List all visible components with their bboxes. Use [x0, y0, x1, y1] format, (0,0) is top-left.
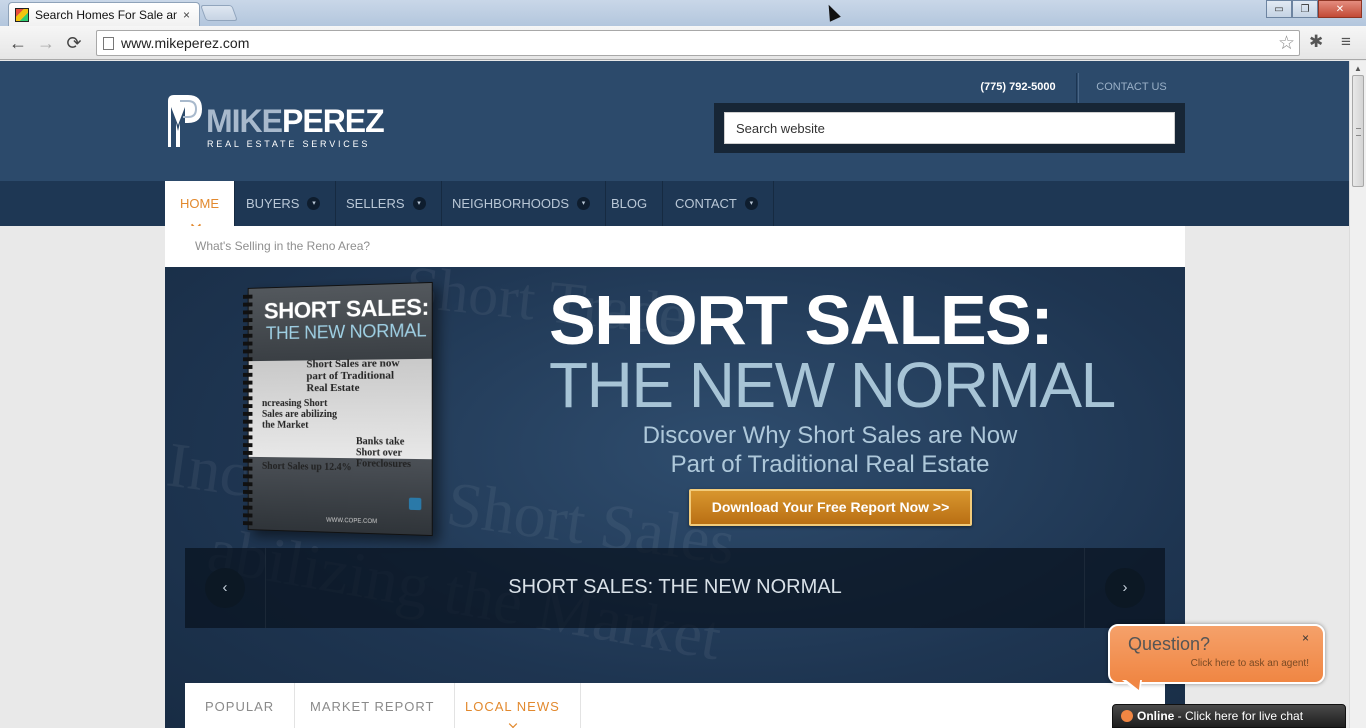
minimize-button[interactable]: ▭ [1266, 0, 1292, 18]
chevron-down-icon: ▾ [307, 197, 321, 210]
forward-icon[interactable]: → [36, 33, 56, 53]
contact-us-link[interactable]: CONTACT US [1078, 73, 1184, 103]
nav-item-blog[interactable]: BLOG [596, 181, 664, 226]
window-controls: ▭ ❐ ✕ [1266, 0, 1362, 18]
live-chat-bar[interactable]: Online - Click here for live chat [1112, 704, 1346, 728]
chat-status-icon [1121, 710, 1133, 722]
booklet-headline: ncreasing Short Sales are abilizing the … [261, 398, 338, 431]
ticker-text[interactable]: What's Selling in the Reno Area? [195, 239, 370, 253]
nav-item-contact[interactable]: CONTACT ▾ [660, 181, 774, 226]
tab-local-news[interactable]: LOCAL NEWS [445, 683, 581, 728]
logo-tagline: REAL ESTATE SERVICES [207, 139, 371, 149]
slider-caption-bar: ‹ SHORT SALES: THE NEW NORMAL › [185, 548, 1165, 628]
back-icon[interactable]: ← [8, 33, 28, 53]
hero-description: Discover Why Short Sales are Now Part of… [642, 422, 1018, 478]
wrench-menu-icon[interactable]: ≡ [1341, 32, 1351, 52]
browser-toolbar: ← → ⟳ www.mikeperez.com ☆ ✱ ≡ [0, 26, 1366, 60]
site-favicon-icon [15, 7, 29, 22]
chat-bar-text: - Click here for live chat [1174, 709, 1304, 723]
browser-tab[interactable]: Search Homes For Sale an × [8, 2, 200, 26]
tab-market-report[interactable]: MARKET REPORT [290, 683, 456, 728]
booklet-headline: Banks take Short over Foreclosures [355, 436, 412, 471]
logo-wordmark: MIKEPEREZ [206, 103, 385, 139]
site-header: MIKEPEREZ REAL ESTATE SERVICES (775) 792… [0, 61, 1349, 181]
maximize-button[interactable]: ❐ [1292, 0, 1318, 18]
nav-item-buyers[interactable]: BUYERS ▾ [231, 181, 337, 226]
chat-question: Question? [1128, 634, 1211, 654]
tab-close-icon[interactable]: × [183, 8, 190, 22]
bookmark-star-icon[interactable]: ☆ [1278, 32, 1295, 55]
page-icon [103, 37, 114, 50]
search-box [714, 103, 1185, 153]
scroll-up-icon[interactable]: ▲ [1354, 64, 1362, 73]
booklet-url: WWW.COPE.COM [326, 517, 378, 526]
slider-caption: SHORT SALES: THE NEW NORMAL [508, 576, 842, 598]
booklet-headline: Short Sales up 12.4% [261, 460, 352, 474]
address-bar[interactable]: www.mikeperez.com ☆ [96, 30, 1300, 56]
tab-title: Search Homes For Sale an [35, 7, 177, 22]
booklet-headline: Short Sales are now part of Traditional … [306, 357, 400, 395]
tab-popular[interactable]: POPULAR [185, 683, 296, 728]
slider-next-icon[interactable]: › [1105, 568, 1145, 608]
hero-headline-line1: SHORT SALES: [549, 281, 1054, 359]
ticker-bar: What's Selling in the Reno Area? [165, 226, 1185, 267]
header-phone[interactable]: (775) 792-5000 [960, 73, 1077, 103]
chevron-down-icon: ▾ [412, 197, 426, 210]
chat-close-icon[interactable]: × [1302, 631, 1309, 645]
address-url[interactable]: www.mikeperez.com [121, 35, 249, 51]
site-logo[interactable]: MIKEPEREZ REAL ESTATE SERVICES [166, 93, 385, 153]
chat-status: Online [1137, 709, 1175, 723]
nav-item-home[interactable]: HOME [165, 181, 235, 226]
chat-subtitle: Click here to ask an agent! [1190, 658, 1309, 669]
search-input[interactable] [724, 112, 1175, 144]
chat-question-bubble[interactable]: Question? × Click here to ask an agent! [1108, 624, 1325, 684]
hero-headline-line2: THE NEW NORMAL [549, 349, 1116, 421]
chevron-down-icon: ▾ [577, 197, 591, 210]
hero-banner: Short Trade Increasing Short Sales abili… [165, 267, 1185, 728]
reload-icon[interactable]: ⟳ [64, 33, 84, 53]
scrollbar-thumb[interactable] [1352, 75, 1364, 187]
booklet-logo-icon [408, 497, 422, 511]
binder-rings [242, 294, 253, 526]
report-booklet-image[interactable]: SHORT SALES: THE NEW NORMAL Short Sales … [242, 281, 433, 537]
nav-item-sellers[interactable]: SELLERS ▾ [331, 181, 442, 226]
main-navigation: HOME BUYERS ▾ SELLERS ▾ NEIGHBORHOODS ▾ BLO… [0, 181, 1349, 226]
close-window-button[interactable]: ✕ [1318, 0, 1362, 18]
chevron-down-icon: ▾ [744, 197, 758, 210]
booklet-subtitle: THE NEW NORMAL [265, 319, 427, 344]
page-scrollbar[interactable]: ▲ [1349, 61, 1366, 728]
new-tab-button[interactable] [200, 5, 238, 21]
nav-item-neighborhoods[interactable]: NEIGHBORHOODS ▾ [437, 181, 607, 226]
download-report-button[interactable]: Download Your Free Report Now >> [689, 489, 972, 526]
logo-mark-icon [168, 95, 202, 147]
extension-bug-icon[interactable]: ✱ [1309, 32, 1323, 52]
news-tabs-panel: POPULAR MARKET REPORT LOCAL NEWS [185, 683, 1165, 728]
browser-tabstrip: Search Homes For Sale an × ▭ ❐ ✕ [0, 0, 1366, 26]
